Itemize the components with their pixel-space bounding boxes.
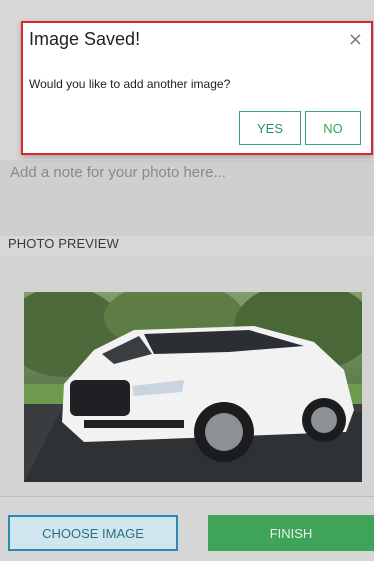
finish-button[interactable]: FINISH	[208, 515, 374, 551]
dialog-title: Image Saved!	[29, 29, 141, 49]
photo-note-field[interactable]: Add a note for your photo here...	[0, 160, 374, 236]
dialog-message: Would you like to add another image?	[29, 77, 231, 91]
photo-preview-image	[24, 292, 362, 482]
choose-image-button[interactable]: CHOOSE IMAGE	[8, 515, 178, 551]
suv-photo-illustration	[24, 292, 362, 482]
photo-preview-panel	[0, 256, 374, 496]
note-placeholder: Add a note for your photo here...	[10, 164, 226, 181]
photo-preview-label: PHOTO PREVIEW	[8, 236, 119, 251]
image-saved-dialog: Image Saved! × Would you like to add ano…	[21, 21, 373, 155]
no-button[interactable]: NO	[305, 111, 361, 145]
bottom-action-bar: CHOOSE IMAGE FINISH	[0, 496, 374, 561]
close-icon[interactable]: ×	[348, 29, 363, 50]
yes-button[interactable]: YES	[239, 111, 301, 145]
